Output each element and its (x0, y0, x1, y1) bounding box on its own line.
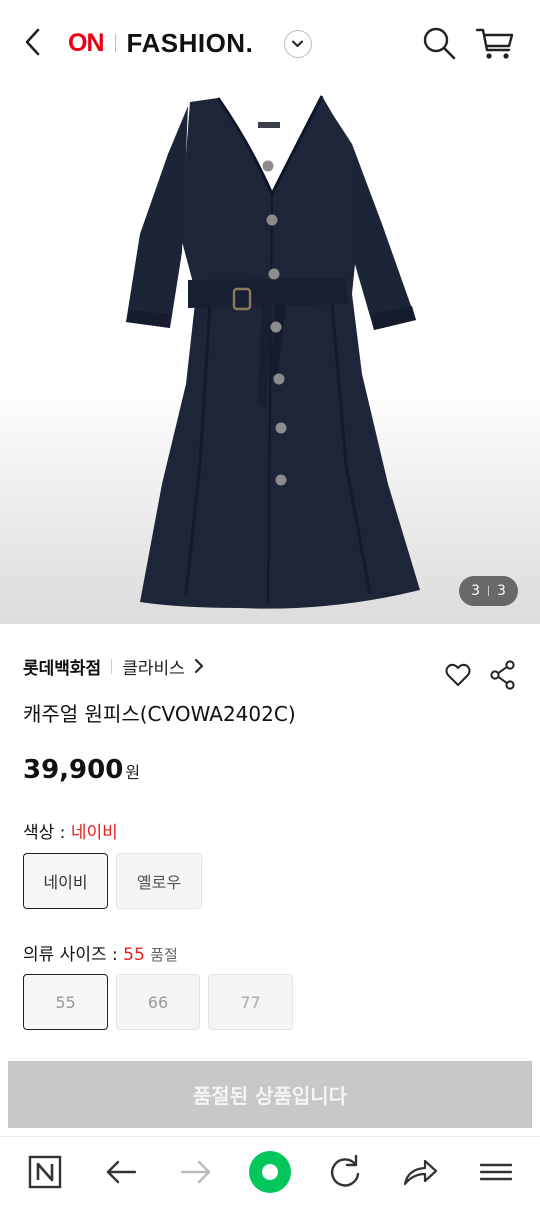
counter-divider (488, 586, 489, 596)
n-logo-icon[interactable] (25, 1152, 65, 1192)
chevron-right-icon (194, 659, 203, 673)
brand-divider (111, 658, 113, 674)
chevron-down-icon (292, 40, 303, 47)
cart-icon[interactable] (474, 24, 516, 62)
gallery-counter: 3 3 (459, 576, 518, 606)
site-logo[interactable]: ON FASHION. (68, 26, 253, 60)
share-icon[interactable] (490, 660, 516, 690)
arrow-right-icon[interactable] (176, 1152, 216, 1192)
product-title: 캐주얼 원피스(CVOWA2402C) (23, 702, 296, 726)
size-option-66[interactable]: 66 (116, 974, 200, 1030)
size-label: 의류 사이즈 : (23, 945, 124, 965)
product-price: 39,900 (23, 755, 124, 785)
soldout-button[interactable]: 품절된 상품입니다 (8, 1061, 532, 1128)
browser-bottom-bar (0, 1136, 540, 1206)
price-currency: 원 (125, 763, 141, 782)
search-icon[interactable] (420, 24, 458, 62)
store-name[interactable]: 롯데백화점 (23, 654, 101, 679)
product-image-gallery[interactable]: 3 3 (0, 84, 540, 624)
dress-image (126, 95, 420, 609)
color-option-navy[interactable]: 네이비 (23, 853, 108, 909)
arrow-left-icon[interactable] (101, 1152, 141, 1192)
green-dot-icon[interactable] (249, 1151, 291, 1193)
gallery-current: 3 (471, 583, 480, 599)
gallery-total: 3 (497, 583, 506, 599)
color-option-label: 색상 : 네이비 (23, 818, 118, 843)
size-status: 품절 (150, 946, 178, 964)
logo-fashion: FASHION. (126, 27, 254, 58)
menu-icon[interactable] (476, 1152, 516, 1192)
color-label: 색상 : (23, 823, 71, 843)
logo-divider (114, 34, 116, 52)
share-arrow-icon[interactable] (400, 1152, 440, 1192)
color-option-yellow[interactable]: 옐로우 (116, 853, 202, 909)
size-option-77[interactable]: 77 (208, 974, 293, 1030)
color-selected-value: 네이비 (70, 823, 118, 843)
brand-name[interactable]: 클라비스 (122, 654, 185, 679)
chevron-left-icon[interactable] (18, 24, 50, 60)
site-menu-toggle[interactable] (284, 30, 312, 58)
refresh-icon[interactable] (325, 1152, 365, 1192)
size-option-label: 의류 사이즈 : 55 품절 (23, 940, 178, 965)
size-selected-value: 55 (123, 945, 145, 965)
price-row: 39,900 원 (23, 755, 140, 785)
size-option-55[interactable]: 55 (23, 974, 108, 1030)
logo-on: ON (68, 28, 104, 57)
brand-row[interactable]: 롯데백화점 클라비스 (23, 654, 205, 679)
heart-icon[interactable] (445, 662, 471, 688)
app-header: ON FASHION. (0, 0, 540, 84)
